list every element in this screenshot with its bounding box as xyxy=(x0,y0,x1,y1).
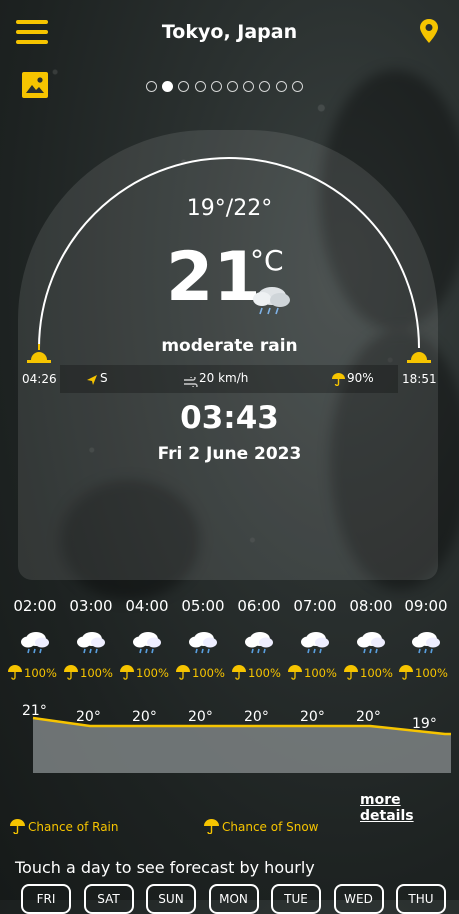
rain-cloud-icon xyxy=(21,632,49,654)
hour-rain-chance: 100% xyxy=(176,665,232,680)
hour-rain-chance: 100% xyxy=(120,665,176,680)
condition-text: moderate rain xyxy=(161,336,298,356)
rain-cloud-icon xyxy=(245,632,273,654)
temp-unit: °C xyxy=(250,244,284,277)
rain-cloud-icon xyxy=(412,632,440,654)
umbrella-icon xyxy=(120,665,134,680)
hour-time: 07:00 xyxy=(293,597,337,615)
more-details-link[interactable]: more details xyxy=(360,792,459,824)
hour-item[interactable]: 04:00 xyxy=(119,597,175,655)
wind-icon xyxy=(184,372,198,391)
wind-direction-icon xyxy=(86,371,98,390)
hour-rain-chance: 100% xyxy=(232,665,288,680)
hour-rain-chance: 100% xyxy=(64,665,120,680)
day-tab-tue[interactable]: TUE xyxy=(271,884,321,914)
day-tab-thu[interactable]: THU xyxy=(396,884,446,914)
rain-percent: 100% xyxy=(360,665,393,680)
rain-percent: 100% xyxy=(80,665,113,680)
rain-cloud-icon xyxy=(133,632,161,654)
hour-time: 05:00 xyxy=(181,597,225,615)
wind-speed: 20 km/h xyxy=(199,371,249,385)
date-text: Fri 2 June 2023 xyxy=(157,444,302,464)
hour-item[interactable]: 06:00 xyxy=(231,597,287,655)
hour-time: 04:00 xyxy=(125,597,169,615)
rain-percent: 100% xyxy=(304,665,337,680)
hour-time: 06:00 xyxy=(237,597,281,615)
hour-temp: 21° xyxy=(22,703,47,719)
hour-time: 03:00 xyxy=(69,597,113,615)
umbrella-icon xyxy=(64,665,78,680)
rain-cloud-icon xyxy=(301,632,329,654)
umbrella-icon xyxy=(288,665,302,680)
hour-item[interactable]: 07:00 xyxy=(287,597,343,655)
rain-percent: 100% xyxy=(415,665,448,680)
wind-direction: S xyxy=(100,371,108,385)
umbrella-icon xyxy=(399,665,413,680)
clock-time: 03:43 xyxy=(180,400,279,436)
rain-chance: 90% xyxy=(347,371,374,385)
umbrella-icon xyxy=(332,371,345,390)
hour-temp: 20° xyxy=(244,709,269,725)
rain-cloud-icon xyxy=(189,632,217,654)
hour-rain-chance: 100% xyxy=(288,665,344,680)
hour-time: 08:00 xyxy=(349,597,393,615)
umbrella-icon xyxy=(344,665,358,680)
current-temp: 21 xyxy=(166,238,261,317)
day-tab-wed[interactable]: WED xyxy=(333,884,384,914)
umbrella-icon xyxy=(204,819,219,838)
min-max-temp: 19°/22° xyxy=(186,196,273,221)
rain-cloud-icon xyxy=(77,632,105,654)
daily-prompt: Touch a day to see forecast by hourly xyxy=(15,858,315,877)
rain-cloud-icon xyxy=(250,282,292,316)
hour-item[interactable]: 08:00 xyxy=(343,597,399,655)
hour-temp: 20° xyxy=(356,709,381,725)
umbrella-icon xyxy=(232,665,246,680)
hour-item[interactable]: 03:00 xyxy=(63,597,119,655)
hour-item[interactable]: 02:00 xyxy=(7,597,63,655)
hour-temp: 20° xyxy=(76,709,101,725)
day-tab-sat[interactable]: SAT xyxy=(83,884,134,914)
hour-temp: 20° xyxy=(132,709,157,725)
umbrella-icon xyxy=(10,819,25,838)
hour-item[interactable]: 05:00 xyxy=(175,597,231,655)
rain-percent: 100% xyxy=(136,665,169,680)
rain-cloud-icon xyxy=(357,632,385,654)
hour-time: 02:00 xyxy=(13,597,57,615)
day-tab-mon[interactable]: MON xyxy=(208,884,259,914)
rain-percent: 100% xyxy=(192,665,225,680)
hour-temp: 19° xyxy=(412,716,437,732)
sunrise-time: 04:26 xyxy=(22,372,57,386)
legend-snow: Chance of Snow xyxy=(222,820,319,834)
hour-time: 09:00 xyxy=(404,597,448,615)
umbrella-icon xyxy=(176,665,190,680)
hour-temp: 20° xyxy=(188,709,213,725)
sunset-time: 18:51 xyxy=(402,372,437,386)
hour-item[interactable]: 09:00 xyxy=(398,597,454,655)
day-tab-fri[interactable]: FRI xyxy=(21,884,71,914)
hour-rain-chance: 100% xyxy=(399,665,455,680)
umbrella-icon xyxy=(8,665,22,680)
hour-temp: 20° xyxy=(300,709,325,725)
rain-percent: 100% xyxy=(24,665,57,680)
rain-percent: 100% xyxy=(248,665,281,680)
day-tab-sun[interactable]: SUN xyxy=(146,884,196,914)
legend-rain: Chance of Rain xyxy=(28,820,119,834)
temperature-graph xyxy=(32,716,451,773)
hour-rain-chance: 100% xyxy=(8,665,64,680)
hour-rain-chance: 100% xyxy=(344,665,400,680)
